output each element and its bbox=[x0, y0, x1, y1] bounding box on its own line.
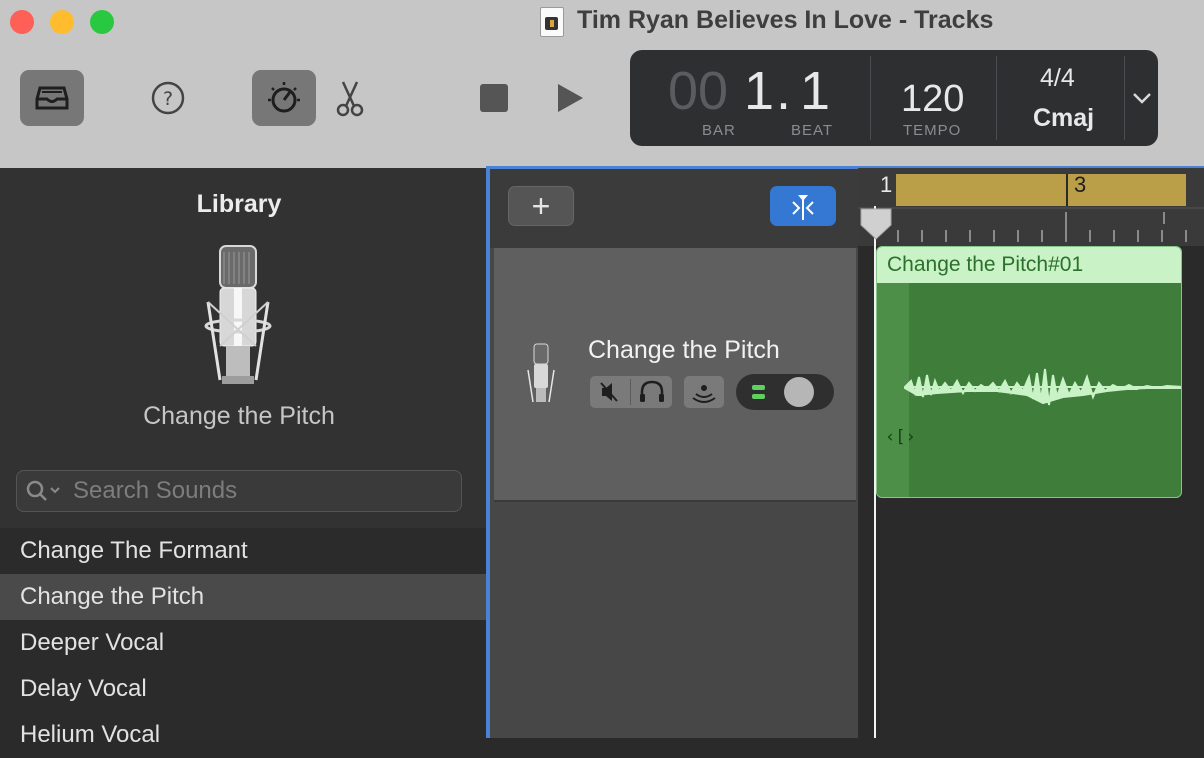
beat-label: BEAT bbox=[791, 122, 834, 139]
close-button[interactable] bbox=[10, 10, 34, 34]
smart-controls-icon bbox=[268, 82, 300, 113]
track-name: Change the Pitch bbox=[588, 336, 780, 364]
help-icon: ? bbox=[151, 81, 185, 115]
slider-knob[interactable] bbox=[784, 377, 814, 407]
sound-item-helium-vocal[interactable]: Helium Vocal bbox=[0, 712, 486, 758]
track-microphone-icon bbox=[527, 343, 555, 403]
window-title: Tim Ryan Believes In Love - Tracks bbox=[577, 6, 994, 34]
volume-slider[interactable] bbox=[736, 374, 834, 410]
document-icon bbox=[540, 7, 564, 37]
playhead-line bbox=[874, 206, 876, 738]
stop-button[interactable] bbox=[480, 84, 508, 112]
mute-solo-group bbox=[590, 376, 672, 408]
input-monitor-icon bbox=[692, 385, 716, 403]
ruler-ticks bbox=[858, 207, 1204, 242]
focus-border bbox=[486, 168, 490, 738]
lcd-divider bbox=[1124, 56, 1125, 140]
chevron-down-icon bbox=[1133, 93, 1151, 104]
microphone-icon bbox=[204, 245, 272, 384]
ruler-label: 3 bbox=[1074, 172, 1087, 197]
bar-marker bbox=[1066, 174, 1068, 206]
headphones-icon bbox=[640, 380, 664, 402]
svg-text:?: ? bbox=[163, 88, 173, 110]
lcd-divider bbox=[996, 56, 997, 140]
zoom-button[interactable] bbox=[90, 10, 114, 34]
play-icon bbox=[558, 84, 583, 112]
bar-value: 1 bbox=[744, 61, 775, 121]
sound-list: Change The Formant Change the Pitch Deep… bbox=[0, 528, 486, 748]
waveform bbox=[904, 368, 1181, 406]
scissors-icon bbox=[336, 81, 364, 117]
tempo-label: TEMPO bbox=[903, 122, 962, 139]
sound-item-change-the-formant[interactable]: Change The Formant bbox=[0, 528, 486, 574]
bar-dim-digits: 00 bbox=[668, 61, 729, 121]
ruler-label: 1 bbox=[880, 172, 893, 197]
plus-icon: + bbox=[531, 188, 551, 224]
bar-label: BAR bbox=[702, 122, 736, 139]
track-divider bbox=[494, 500, 856, 502]
track-header[interactable]: Change the Pitch bbox=[494, 248, 856, 500]
record-enable-button[interactable] bbox=[684, 376, 724, 408]
add-track-button[interactable]: + bbox=[508, 186, 574, 226]
cycle-region[interactable] bbox=[896, 174, 1186, 206]
region-name: Change the Pitch#01 bbox=[887, 253, 1084, 276]
sound-item-delay-vocal[interactable]: Delay Vocal bbox=[0, 666, 486, 712]
solo-button[interactable] bbox=[632, 376, 672, 408]
lcd-display[interactable]: 00 1 . 1 BAR BEAT 120 TEMPO 4/4 Cmaj bbox=[630, 50, 1158, 146]
library-panel: Library Change the Pitch Change The Form… bbox=[0, 168, 486, 748]
trim-handle-icon: ‹[› bbox=[885, 427, 916, 447]
play-button[interactable] bbox=[556, 82, 586, 114]
editors-button[interactable] bbox=[332, 78, 368, 118]
smart-tempo-button[interactable] bbox=[770, 186, 836, 226]
library-title: Library bbox=[196, 190, 282, 218]
search-field[interactable] bbox=[16, 470, 462, 512]
audio-region[interactable]: Change the Pitch#01 ‹[› bbox=[876, 246, 1182, 498]
beat-value: 1 bbox=[800, 61, 831, 121]
sound-item-deeper-vocal[interactable]: Deeper Vocal bbox=[0, 620, 486, 666]
key-signature: Cmaj bbox=[1033, 104, 1095, 132]
minimize-button[interactable] bbox=[50, 10, 74, 34]
search-input[interactable] bbox=[71, 475, 455, 507]
playhead-handle[interactable] bbox=[859, 207, 893, 241]
smart-controls-button[interactable] bbox=[252, 70, 316, 126]
library-selected-sound: Change the Pitch bbox=[143, 402, 335, 430]
help-button[interactable]: ? bbox=[148, 80, 188, 120]
library-icon bbox=[35, 86, 69, 110]
smart-tempo-icon bbox=[792, 195, 814, 220]
speaker-muted-icon bbox=[600, 382, 618, 402]
lcd-divider bbox=[870, 56, 871, 140]
mute-button[interactable] bbox=[590, 376, 630, 408]
time-signature: 4/4 bbox=[1040, 64, 1075, 92]
lcd-menu-button[interactable] bbox=[1130, 86, 1154, 110]
sound-item-change-the-pitch[interactable]: Change the Pitch bbox=[0, 574, 486, 620]
library-button[interactable] bbox=[20, 70, 84, 126]
search-icon bbox=[26, 480, 60, 501]
tempo-value: 120 bbox=[901, 78, 965, 120]
